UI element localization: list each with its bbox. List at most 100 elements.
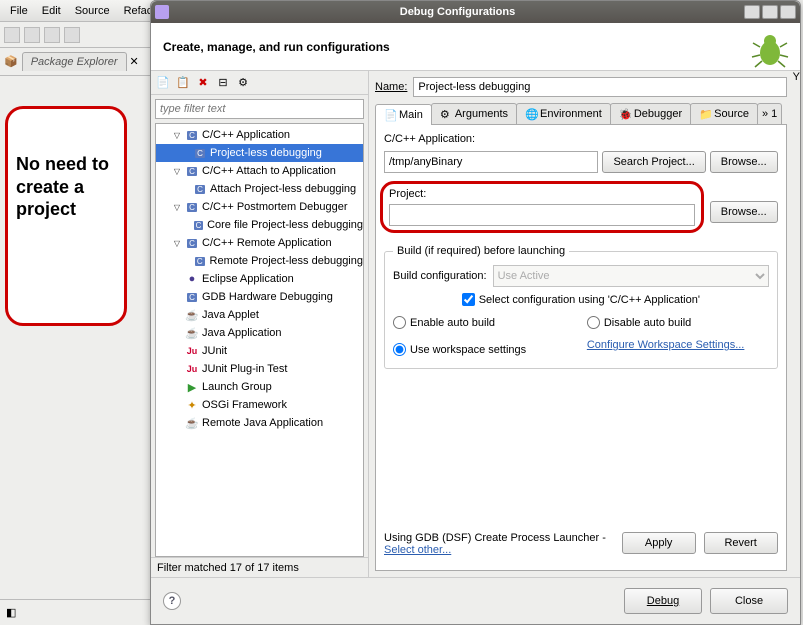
tree-item[interactable]: ☕Java Application	[156, 324, 363, 342]
source-tab-icon: 📁	[699, 108, 711, 120]
minimize-button[interactable]	[744, 5, 760, 19]
menu-file[interactable]: File	[4, 3, 34, 19]
browse-project-button[interactable]: Browse...	[710, 201, 778, 223]
project-field-annotation: Project:	[380, 181, 704, 233]
config-tree[interactable]: ▽CC/C++ ApplicationCProject-less debuggi…	[155, 123, 364, 557]
tree-item[interactable]: ✦OSGi Framework	[156, 396, 363, 414]
tab-arguments[interactable]: ⚙Arguments	[431, 103, 517, 124]
package-explorer-icon: 📦	[4, 55, 18, 68]
use-workspace-radio[interactable]: Use workspace settings	[393, 343, 575, 356]
config-type-icon: C	[185, 200, 199, 214]
tree-item[interactable]: CAttach Project-less debugging	[156, 180, 363, 198]
tab-environment-label: Environment	[540, 108, 602, 120]
config-type-icon: ☕	[185, 416, 199, 430]
filter-status: Filter matched 17 of 17 items	[151, 557, 368, 577]
revert-button[interactable]: Revert	[704, 532, 778, 554]
tree-item[interactable]: JuJUnit	[156, 342, 363, 360]
close-view-icon[interactable]: ✕	[130, 55, 139, 68]
tree-toolbar: 📄 📋 ✖ ⊟ ⚙	[151, 71, 368, 95]
tree-item[interactable]: ●Eclipse Application	[156, 270, 363, 288]
close-window-button[interactable]	[780, 5, 796, 19]
tab-main[interactable]: 📄Main	[375, 104, 432, 125]
tree-item-label: Java Application	[202, 327, 282, 339]
tree-item[interactable]: ▽CC/C++ Remote Application	[156, 234, 363, 252]
disable-auto-build-radio[interactable]: Disable auto build	[587, 316, 769, 329]
debug-button[interactable]: Debug	[624, 588, 702, 614]
project-input[interactable]	[389, 204, 695, 226]
collapse-all-icon[interactable]: ⊟	[215, 75, 231, 91]
config-name-input[interactable]	[413, 77, 786, 97]
perspective-icon[interactable]: ◧	[6, 606, 16, 619]
tree-item-label: Core file Project-less debugging	[207, 219, 363, 231]
tree-item[interactable]: ☕Java Applet	[156, 306, 363, 324]
tree-item-label: C/C++ Application	[202, 129, 290, 141]
config-type-icon: C	[185, 290, 199, 304]
close-button[interactable]: Close	[710, 588, 788, 614]
browse-app-button[interactable]: Browse...	[710, 151, 778, 173]
select-config-checkbox[interactable]	[462, 293, 475, 306]
tree-item[interactable]: ▽CC/C++ Postmortem Debugger	[156, 198, 363, 216]
config-type-icon: C	[185, 128, 199, 142]
enable-auto-build-radio[interactable]: Enable auto build	[393, 316, 575, 329]
tree-item[interactable]: CProject-less debugging	[156, 144, 363, 162]
menu-bar: File Edit Source Refact	[0, 0, 154, 22]
launcher-prefix: Using GDB (DSF) Create Process Launcher …	[384, 532, 606, 544]
save-icon[interactable]	[24, 27, 40, 43]
config-type-icon: ☕	[185, 308, 199, 322]
tree-item[interactable]: CCore file Project-less debugging	[156, 216, 363, 234]
apply-button[interactable]: Apply	[622, 532, 696, 554]
menu-edit[interactable]: Edit	[36, 3, 67, 19]
tree-item[interactable]: ☕Remote Java Application	[156, 414, 363, 432]
expander-icon[interactable]: ▽	[172, 203, 182, 212]
dialog-footer: ? Debug Close	[151, 577, 800, 624]
config-type-icon: ▶	[185, 380, 199, 394]
tab-bar: 📄Main ⚙Arguments 🌐Environment 🐞Debugger …	[375, 103, 787, 125]
env-tab-icon: 🌐	[525, 108, 537, 120]
config-type-icon: C	[193, 146, 207, 160]
tab-overflow[interactable]: »1	[757, 103, 782, 124]
maximize-button[interactable]	[762, 5, 778, 19]
new-icon[interactable]	[4, 27, 20, 43]
tree-item[interactable]: ▽CC/C++ Application	[156, 126, 363, 144]
debug-icon[interactable]	[44, 27, 60, 43]
tab-debugger[interactable]: 🐞Debugger	[610, 103, 691, 124]
bug-icon	[750, 29, 790, 69]
config-type-icon: C	[193, 182, 207, 196]
tree-item[interactable]: JuJUnit Plug-in Test	[156, 360, 363, 378]
config-type-icon: C	[193, 218, 204, 232]
tree-item[interactable]: ▶Launch Group	[156, 378, 363, 396]
expander-icon[interactable]: ▽	[172, 239, 182, 248]
tab-environment[interactable]: 🌐Environment	[516, 103, 611, 124]
tree-item-label: C/C++ Attach to Application	[202, 165, 336, 177]
tree-item[interactable]: CRemote Project-less debugging	[156, 252, 363, 270]
expander-icon[interactable]: ▽	[172, 131, 182, 140]
select-config-label: Select configuration using 'C/C++ Applic…	[479, 294, 700, 306]
app-path-input[interactable]	[384, 151, 598, 173]
delete-config-icon[interactable]: ✖	[195, 75, 211, 91]
launcher-row: Using GDB (DSF) Create Process Launcher …	[384, 526, 778, 562]
config-type-icon: C	[193, 254, 207, 268]
duplicate-config-icon[interactable]: 📋	[175, 75, 191, 91]
filter-icon[interactable]: ⚙	[235, 75, 251, 91]
help-icon[interactable]: ?	[163, 592, 181, 610]
select-other-launcher-link[interactable]: Select other...	[384, 544, 451, 556]
search-project-button[interactable]: Search Project...	[602, 151, 705, 173]
tree-item[interactable]: CGDB Hardware Debugging	[156, 288, 363, 306]
tree-item[interactable]: ▽CC/C++ Attach to Application	[156, 162, 363, 180]
dialog-titlebar[interactable]: Debug Configurations	[151, 1, 800, 23]
dialog-header: Create, manage, and run configurations	[151, 23, 800, 71]
filter-input[interactable]	[155, 99, 364, 119]
configure-workspace-link[interactable]: Configure Workspace Settings...	[587, 339, 769, 360]
menu-source[interactable]: Source	[69, 3, 116, 19]
tree-item-label: Eclipse Application	[202, 273, 294, 285]
tree-item-label: JUnit	[202, 345, 227, 357]
debugger-tab-icon: 🐞	[619, 108, 631, 120]
package-explorer-tab[interactable]: 📦 Package Explorer ✕	[0, 48, 154, 76]
expander-icon[interactable]: ▽	[172, 167, 182, 176]
run-icon[interactable]	[64, 27, 80, 43]
annotation-text: No need to create a project	[16, 153, 116, 221]
tree-item-label: OSGi Framework	[202, 399, 287, 411]
tree-item-label: Java Applet	[202, 309, 259, 321]
new-config-icon[interactable]: 📄	[155, 75, 171, 91]
tab-source[interactable]: 📁Source	[690, 103, 758, 124]
